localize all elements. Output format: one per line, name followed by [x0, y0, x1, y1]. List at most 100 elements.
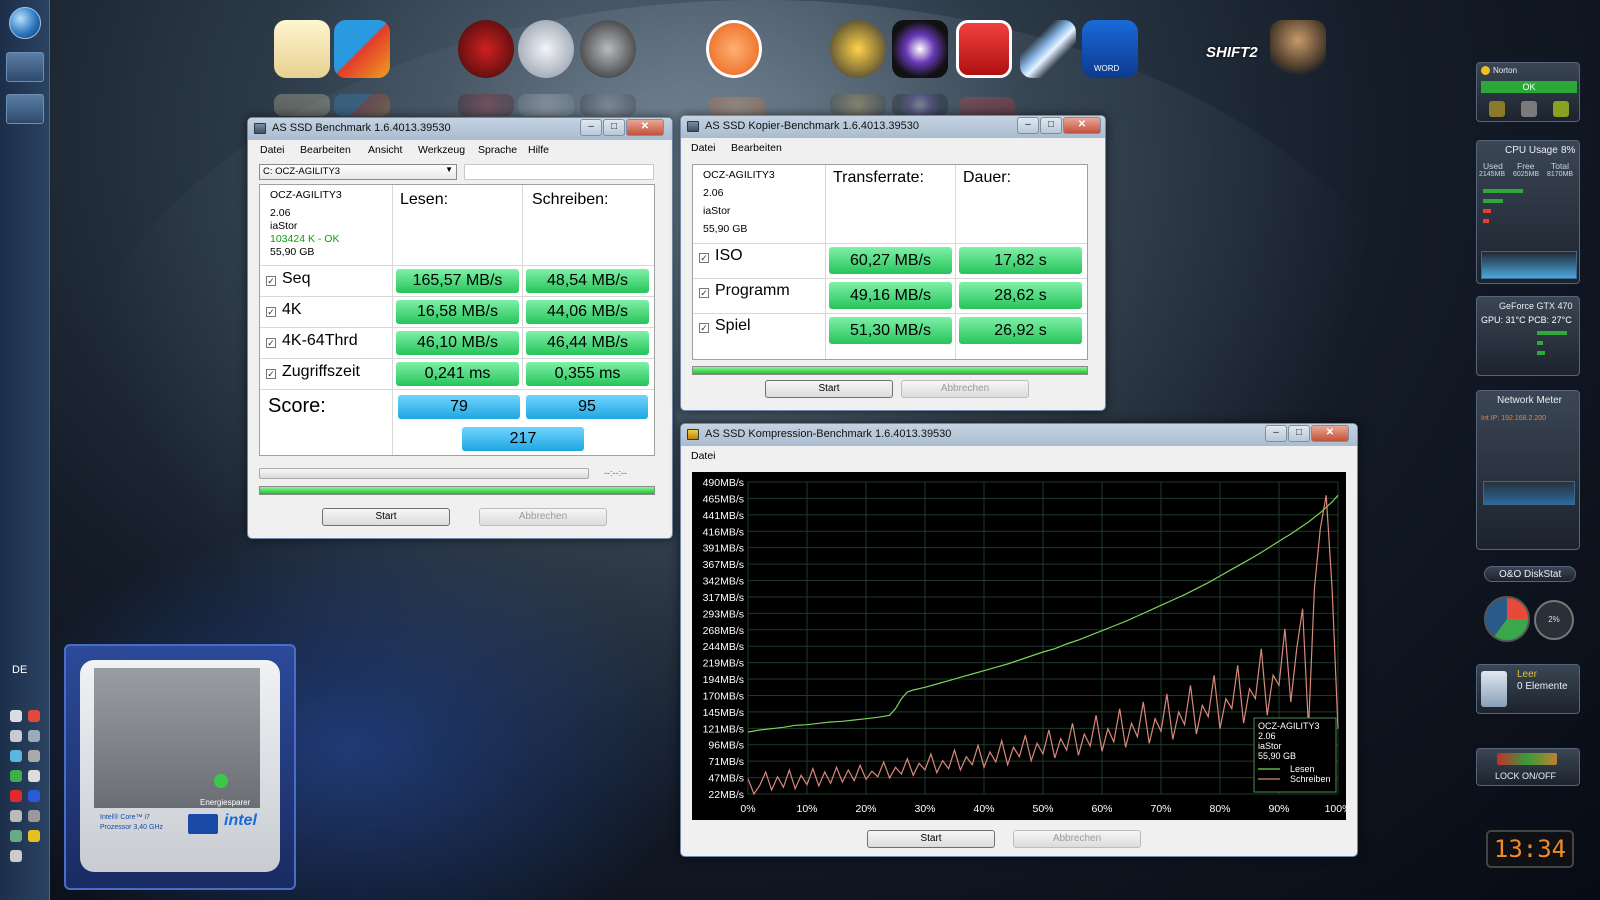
tray-icon-6[interactable]: [28, 750, 40, 762]
phoenix-icon[interactable]: [830, 20, 886, 116]
compression-start-button[interactable]: Start: [867, 830, 995, 848]
guitar-hero-icon[interactable]: [458, 20, 514, 116]
shift2-icon[interactable]: SHIFT2: [1206, 44, 1258, 61]
access-time-checkbox[interactable]: ✓: [266, 369, 276, 379]
norton-gadget[interactable]: Norton OK: [1476, 62, 1580, 122]
tray-icon-15[interactable]: [10, 850, 22, 862]
compression-cancel-button[interactable]: Abbrechen: [1013, 830, 1141, 848]
copy-menu-bearbeiten[interactable]: Bearbeiten: [731, 142, 782, 154]
disk-icon[interactable]: [518, 20, 574, 116]
copy-close-button[interactable]: ✕: [1063, 117, 1101, 134]
copy-minimize-button[interactable]: –: [1017, 117, 1039, 134]
x-tick-label: 10%: [796, 803, 817, 815]
row-access-label: Zugriffszeit: [282, 363, 360, 380]
clock-gadget[interactable]: 13:34: [1486, 830, 1574, 868]
x-tick-label: 40%: [973, 803, 994, 815]
norton-title: Norton: [1493, 66, 1518, 75]
y-tick-label: 145MB/s: [703, 707, 744, 719]
seq-checkbox[interactable]: ✓: [266, 276, 276, 286]
cpu-val-total: 8170MB: [1547, 171, 1574, 178]
lock-gadget[interactable]: LOCK ON/OFF: [1476, 748, 1580, 786]
cpu-bar-ram: [1483, 189, 1523, 193]
start-orb-icon[interactable]: [9, 7, 41, 39]
compression-close-button[interactable]: ✕: [1311, 425, 1349, 442]
maximize-button[interactable]: □: [603, 119, 625, 136]
gpu-gadget[interactable]: GeForce GTX 470 GPU: 31°C PCB: 27°C: [1476, 296, 1580, 376]
taskbar-drive-icon[interactable]: [6, 94, 44, 124]
network-meter-gadget[interactable]: Network Meter Int IP: 192.168.2.200: [1476, 390, 1580, 550]
programm-checkbox[interactable]: ✓: [699, 288, 709, 298]
r-launcher-icon[interactable]: [956, 20, 1015, 119]
legend-info-line: 55,90 GB: [1258, 751, 1296, 761]
y-tick-label: 441MB/s: [703, 510, 744, 522]
compression-chart: 490MB/s 465MB/s 441MB/s 416MB/s 391MB/s 367MB…: [692, 472, 1346, 820]
picasa-icon[interactable]: [274, 20, 330, 116]
iso-checkbox[interactable]: ✓: [699, 253, 709, 263]
copy-titlebar[interactable]: AS SSD Kopier-Benchmark 1.6.4013.39530 –…: [681, 116, 1105, 138]
4k-checkbox[interactable]: ✓: [266, 307, 276, 317]
taskbar-computer-icon[interactable]: [6, 52, 44, 82]
menu-ansicht[interactable]: Ansicht: [368, 144, 402, 156]
word-icon[interactable]: WORD: [1082, 20, 1138, 78]
language-indicator[interactable]: DE: [12, 664, 27, 676]
4k64-checkbox[interactable]: ✓: [266, 338, 276, 348]
tray-icon-13[interactable]: [10, 830, 22, 842]
tray-icon-9[interactable]: [10, 790, 22, 802]
tray-icon-8[interactable]: [28, 770, 40, 782]
tray-icon-14[interactable]: [28, 830, 40, 842]
compression-titlebar[interactable]: AS SSD Kompression-Benchmark 1.6.4013.39…: [681, 424, 1357, 446]
cpu-col-total: Total: [1551, 161, 1569, 171]
copy-maximize-button[interactable]: □: [1040, 117, 1062, 134]
drive-select[interactable]: C: OCZ-AGILITY3 ▼: [259, 164, 457, 180]
menu-datei[interactable]: Datei: [260, 144, 285, 156]
copy-cancel-button[interactable]: Abbrechen: [901, 380, 1029, 398]
tray-icon-1[interactable]: [10, 710, 22, 722]
y-tick-label: 121MB/s: [703, 723, 744, 735]
copy-menu-datei[interactable]: Datei: [691, 142, 716, 154]
legend-label-schreiben: Schreiben: [1290, 774, 1331, 784]
tray-icon-11[interactable]: [10, 810, 22, 822]
legend-info-line: 2.06: [1258, 731, 1276, 741]
copy-start-button[interactable]: Start: [765, 380, 893, 398]
compression-minimize-button[interactable]: –: [1265, 425, 1287, 442]
cpu-info-gadget[interactable]: Energiesparer Intel® Core™ i7 Prozessor …: [64, 644, 296, 890]
tray-icon-12[interactable]: [28, 810, 40, 822]
orange-menu-icon[interactable]: [706, 20, 765, 119]
start-button[interactable]: Start: [322, 508, 450, 526]
x-tick-label: 100%: [1325, 803, 1346, 815]
soldier-icon[interactable]: [1270, 20, 1326, 78]
benchmark-app-icon: [254, 123, 266, 134]
media-player-icon[interactable]: [892, 20, 948, 116]
cancel-button[interactable]: Abbrechen: [479, 508, 607, 526]
menu-bearbeiten[interactable]: Bearbeiten: [300, 144, 351, 156]
menu-hilfe[interactable]: Hilfe: [528, 144, 549, 156]
menu-werkzeug[interactable]: Werkzeug: [418, 144, 465, 156]
minimize-button[interactable]: –: [580, 119, 602, 136]
tray-icon-2[interactable]: [28, 710, 40, 722]
windows-live-icon[interactable]: [334, 20, 390, 116]
close-button[interactable]: ✕: [626, 119, 664, 136]
tray-icon-10[interactable]: [28, 790, 40, 802]
compression-menu-datei[interactable]: Datei: [691, 450, 716, 462]
norton-tool-icon-3[interactable]: [1553, 101, 1569, 117]
compression-maximize-button[interactable]: □: [1288, 425, 1310, 442]
tray-icon-5[interactable]: [10, 750, 22, 762]
spiel-checkbox[interactable]: ✓: [699, 323, 709, 333]
diskstat-gauge[interactable]: 2%: [1534, 600, 1574, 640]
access-read-value: 0,241 ms: [396, 362, 519, 386]
dvd-fab-icon[interactable]: [580, 20, 636, 116]
norton-tool-icon-1[interactable]: [1489, 101, 1505, 117]
benchmark-titlebar[interactable]: AS SSD Benchmark 1.6.4013.39530 – □ ✕: [248, 118, 672, 140]
diskstat-pie[interactable]: [1484, 596, 1530, 642]
tray-icon-3[interactable]: [10, 730, 22, 742]
tray-icon-4[interactable]: [28, 730, 40, 742]
feather-icon[interactable]: [1020, 20, 1076, 78]
row-programm-label: Programm: [715, 282, 790, 299]
menu-sprache[interactable]: Sprache: [478, 144, 517, 156]
tray-icon-7[interactable]: [10, 770, 22, 782]
norton-tool-icon-2[interactable]: [1521, 101, 1537, 117]
recycle-bin-gadget[interactable]: Leer 0 Elemente: [1476, 664, 1580, 714]
cpu-usage-gadget[interactable]: CPU Usage 8% Used Free Total 2145MB 6025…: [1476, 140, 1580, 284]
taskbar: DE: [0, 0, 50, 900]
gpu-bar-vpu: [1537, 341, 1543, 345]
